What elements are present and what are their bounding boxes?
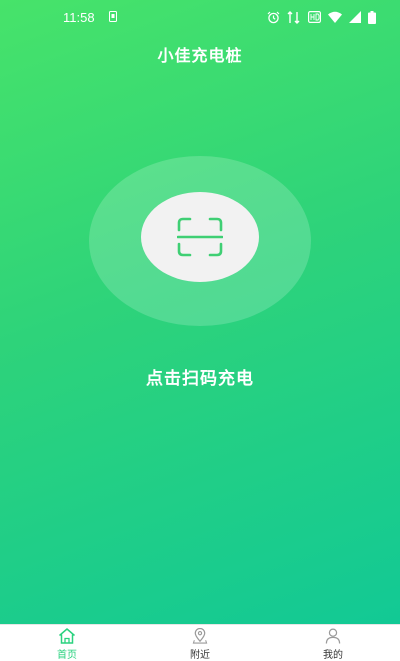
- scan-to-charge-label[interactable]: 点击扫码充电: [0, 364, 400, 389]
- alarm-icon: [267, 11, 280, 23]
- tab-home-label: 首页: [57, 650, 77, 661]
- wifi-icon: [328, 11, 342, 23]
- home-icon: [59, 628, 75, 644]
- bottom-tab-bar: 首页 附近 我的: [0, 624, 400, 661]
- scan-icon: [177, 217, 223, 257]
- status-time: 11:58: [63, 10, 95, 25]
- status-icons: [267, 10, 376, 24]
- home-screen: 11:58 小佳充电桩 点击扫码充电: [0, 0, 400, 624]
- user-icon: [325, 628, 341, 644]
- status-bar: 11:58: [0, 0, 400, 36]
- hd-icon: [308, 11, 321, 23]
- tab-home[interactable]: 首页: [32, 625, 102, 661]
- tab-nearby[interactable]: 附近: [165, 625, 235, 661]
- data-sync-icon: [287, 10, 300, 24]
- page-title: 小佳充电桩: [157, 46, 243, 65]
- location-icon: [192, 628, 208, 644]
- battery-icon: [368, 10, 376, 24]
- tab-mine-label: 我的: [323, 650, 343, 661]
- notification-icon: [109, 11, 117, 22]
- tab-nearby-label: 附近: [190, 650, 210, 661]
- scan-button[interactable]: [141, 192, 259, 282]
- signal-icon: [349, 11, 361, 23]
- tab-mine[interactable]: 我的: [298, 625, 368, 661]
